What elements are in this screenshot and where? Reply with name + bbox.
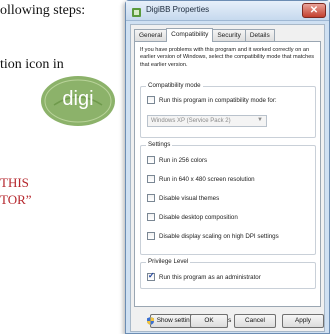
apply-button[interactable]: Apply xyxy=(282,314,324,328)
setting-checkbox[interactable] xyxy=(147,175,155,183)
compatibility-panel: If you have problems with this program a… xyxy=(134,41,321,307)
compatibility-mode-group: Compatibility mode Run this program in c… xyxy=(140,82,316,138)
setting-checkbox-row[interactable]: Disable display scaling on high DPI sett… xyxy=(147,232,279,240)
checkbox-label: Run this program in compatibility mode f… xyxy=(159,96,277,104)
run-as-admin-checkbox[interactable] xyxy=(147,271,155,281)
os-version-select[interactable]: Windows XP (Service Pack 2) ▼ xyxy=(147,115,267,127)
admin-checkbox-row[interactable]: Run this program as an administrator xyxy=(147,271,261,281)
dialog-body: General Compatibility Security Details I… xyxy=(130,24,325,332)
setting-checkbox[interactable] xyxy=(147,232,155,240)
cancel-button[interactable]: Cancel xyxy=(234,314,276,328)
doc-red-text: THIS xyxy=(0,175,29,190)
tab-strip: General Compatibility Security Details xyxy=(134,28,275,42)
setting-checkbox-row[interactable]: Disable desktop composition xyxy=(147,213,238,221)
digi-logo: digi xyxy=(40,75,116,127)
setting-checkbox-row[interactable]: Run in 640 x 480 screen resolution xyxy=(147,175,255,183)
checkbox-label: Run in 640 x 480 screen resolution xyxy=(159,175,255,183)
setting-checkbox-row[interactable]: Disable visual themes xyxy=(147,194,219,202)
checkbox-label: Run this program as an administrator xyxy=(159,273,261,281)
select-value: Windows XP (Service Pack 2) xyxy=(151,118,231,124)
close-button[interactable]: ✕ xyxy=(302,3,326,18)
settings-group: Settings Run in 256 colors Run in 640 x … xyxy=(140,141,316,255)
svg-text:digi: digi xyxy=(62,88,93,110)
checkbox-label: Disable desktop composition xyxy=(159,213,238,221)
privilege-level-group: Privilege Level Run this program as an a… xyxy=(140,258,316,289)
checkbox-label: Disable visual themes xyxy=(159,194,220,202)
group-label: Compatibility mode xyxy=(146,82,203,89)
setting-checkbox[interactable] xyxy=(147,156,155,164)
doc-text-line: tion icon in xyxy=(0,57,64,72)
doc-red-text: TOR” xyxy=(0,192,32,207)
setting-checkbox[interactable] xyxy=(147,194,155,202)
app-icon xyxy=(131,5,142,17)
chevron-down-icon: ▼ xyxy=(257,117,263,123)
checkbox-label: Run in 256 colors xyxy=(159,156,208,164)
setting-checkbox-row[interactable]: Run in 256 colors xyxy=(147,156,207,164)
uac-shield-icon xyxy=(146,317,154,325)
tab-compatibility[interactable]: Compatibility xyxy=(166,28,214,42)
compat-mode-checkbox[interactable] xyxy=(147,96,155,104)
compat-mode-checkbox-row[interactable]: Run this program in compatibility mode f… xyxy=(147,96,277,104)
group-label: Settings xyxy=(146,141,173,148)
window-title: DigiBB Properties xyxy=(146,5,210,14)
properties-dialog: DigiBB Properties ✕ General Compatibilit… xyxy=(125,0,330,334)
ok-button[interactable]: OK xyxy=(190,314,228,328)
title-bar[interactable]: DigiBB Properties ✕ xyxy=(126,1,329,21)
group-label: Privilege Level xyxy=(146,258,191,265)
checkbox-label: Disable display scaling on high DPI sett… xyxy=(159,232,279,240)
description-text: If you have problems with this program a… xyxy=(140,47,315,68)
doc-text-line: ollowing steps: xyxy=(0,3,86,18)
setting-checkbox[interactable] xyxy=(147,213,155,221)
